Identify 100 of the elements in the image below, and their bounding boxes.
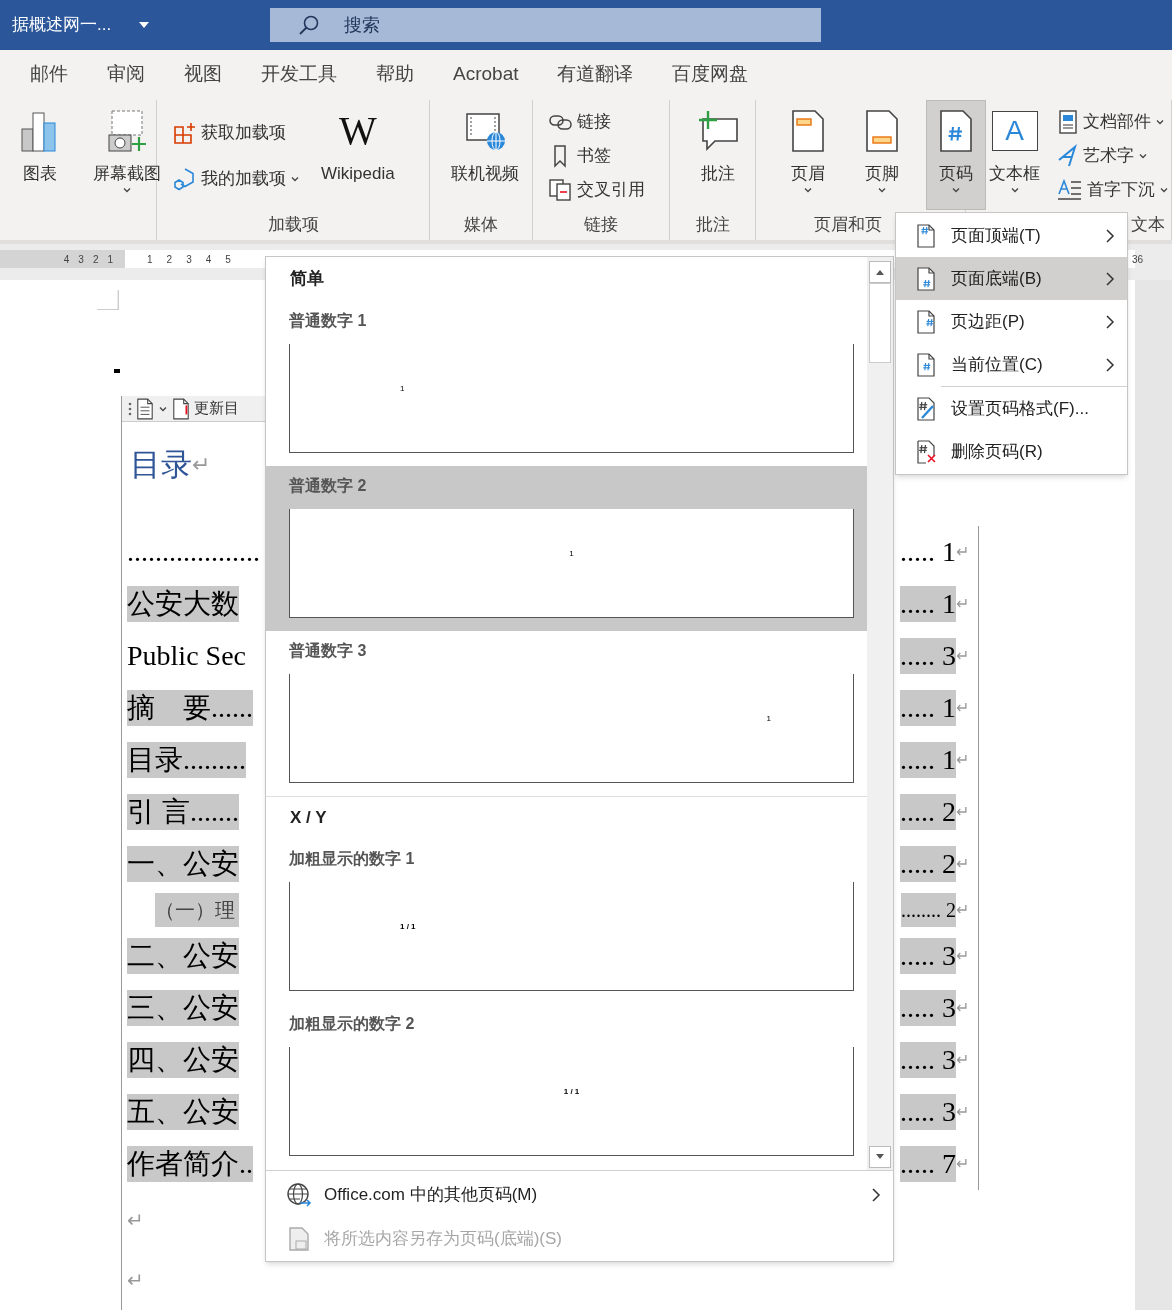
link-icon: [549, 112, 573, 132]
toc-entry: （一）理: [155, 893, 239, 927]
page-number-text: ..... 2: [900, 794, 956, 830]
menu-item-label: 将所选内容另存为页码(底端)(S): [324, 1228, 562, 1251]
ribbon-tab[interactable]: 视图: [184, 59, 222, 89]
ribbon-button[interactable]: 页眉: [778, 100, 838, 210]
cross-reference-icon: [549, 178, 573, 202]
ribbon-button[interactable]: 链接: [547, 106, 647, 138]
ribbon-tab[interactable]: 百度网盘: [672, 59, 749, 89]
screenshot-icon: [106, 109, 148, 153]
menu-item-label: 页面顶端(T): [951, 224, 1041, 247]
page-number-text: ..... 2: [900, 846, 956, 882]
update-toc-button[interactable]: 更新目: [194, 397, 239, 420]
menu-item-label: 设置页码格式(F)...: [951, 397, 1089, 420]
toc-entry: ...................: [127, 535, 260, 569]
gallery-item-label: 普通数字 1: [289, 311, 367, 331]
menu-item[interactable]: 页边距(P): [896, 300, 1127, 343]
update-icon: [172, 397, 190, 420]
gallery-item[interactable]: 普通数字 2 1: [266, 466, 867, 631]
paragraph-mark: ↵: [956, 698, 970, 718]
document-icon: [136, 397, 154, 420]
paragraph-mark: ↵: [956, 1050, 970, 1070]
menu-item-label: 页边距(P): [951, 310, 1025, 333]
paragraph-mark: ↵: [956, 594, 970, 614]
ribbon-tab[interactable]: 邮件: [30, 59, 68, 89]
group-label: 批注: [695, 214, 730, 236]
word-art-icon: [1057, 144, 1079, 168]
delete-page-number-icon: [916, 439, 936, 464]
ruler-number: 3: [78, 252, 84, 267]
search-field[interactable]: 搜索: [270, 8, 821, 42]
ruler-number: 4: [205, 252, 212, 267]
toc-entry: 引 言.......: [127, 794, 239, 830]
ribbon-tab[interactable]: 帮助: [376, 59, 414, 89]
grip-icon[interactable]: [128, 400, 132, 417]
ribbon-tab[interactable]: Acrobat: [453, 59, 519, 89]
ribbon-tab[interactable]: 有道翻译: [557, 59, 634, 89]
ribbon-button[interactable]: 我的加载项: [171, 163, 302, 195]
menu-item[interactable]: 当前位置(C): [896, 343, 1127, 386]
paragraph-mark: ↵: [956, 946, 970, 966]
comment-icon: [697, 109, 739, 153]
ruler-number: 2: [166, 252, 173, 267]
page-number-text: ..... 3: [900, 1042, 956, 1078]
ribbon-tab[interactable]: 开发工具: [261, 59, 337, 89]
ribbon-tab[interactable]: 审阅: [107, 59, 145, 89]
ribbon-button[interactable]: 页脚: [852, 100, 912, 210]
menu-item[interactable]: 页面底端(B): [896, 257, 1127, 300]
page-number-icon: [916, 223, 936, 248]
ribbon-button[interactable]: 图表: [10, 100, 70, 210]
globe-icon: [286, 1182, 312, 1208]
toc-entry: 三、公安: [127, 990, 239, 1026]
toc-entry: 一、公安: [127, 846, 239, 882]
paragraph-mark: ↵: [956, 1154, 970, 1174]
scrollbar[interactable]: [867, 257, 893, 1170]
wikipedia-logo: W: [338, 109, 377, 153]
gallery-item-label: 普通数字 2: [289, 476, 367, 496]
ribbon-button[interactable]: 文档部件: [1055, 106, 1171, 138]
gallery-item-label: 普通数字 3: [289, 641, 367, 661]
toc-heading: 目录: [130, 444, 192, 484]
scroll-down-icon[interactable]: [875, 1153, 885, 1161]
ribbon-button[interactable]: 艺术字: [1055, 140, 1171, 172]
add-ins-icon: [173, 167, 197, 191]
menu-item[interactable]: Office.com 中的其他页码(M): [266, 1173, 893, 1217]
toc-entry: 目录.........: [127, 742, 246, 778]
paragraph-mark: ↵: [956, 1102, 970, 1122]
menu-item[interactable]: 设置页码格式(F)...: [896, 387, 1127, 430]
ribbon-button[interactable]: 获取加载项: [171, 117, 302, 149]
menu-item[interactable]: 删除页码(R): [896, 430, 1127, 473]
caret-icon[interactable]: [138, 21, 150, 29]
preview-number: 1: [569, 549, 574, 559]
scrollbar-thumb[interactable]: [869, 283, 891, 363]
ribbon-button[interactable]: 联机视频: [442, 100, 528, 210]
toc-entry: 作者简介..: [127, 1146, 253, 1182]
ribbon-button[interactable]: 页码: [926, 100, 986, 210]
group-label: 文本: [1131, 214, 1165, 236]
page-number-text: ..... 1: [900, 742, 956, 778]
page-number-text: ..... 3: [900, 1094, 956, 1130]
search-icon: [298, 14, 320, 36]
ribbon-button[interactable]: W Wikipedia: [312, 100, 404, 210]
toc-entry: 摘 要......: [127, 690, 253, 726]
quick-parts-icon: [1057, 110, 1079, 134]
paragraph-mark: ↵: [956, 802, 970, 822]
ribbon-button[interactable]: 书签: [547, 140, 647, 172]
ribbon-button[interactable]: 交叉引用: [547, 174, 647, 206]
section-heading: 简单: [290, 268, 324, 291]
preview-number: 1 / 1: [400, 922, 416, 932]
gallery-item-label: 加粗显示的数字 1: [289, 849, 415, 869]
menu-item[interactable]: 页面顶端(T): [896, 214, 1127, 257]
preview-number: 1: [400, 384, 405, 394]
ribbon-button[interactable]: 屏幕截图: [84, 100, 170, 210]
gallery-item-label: 加粗显示的数字 2: [289, 1014, 415, 1034]
page-number-text: ........ 2: [901, 893, 956, 927]
ruler-number: 2: [92, 252, 99, 267]
store-icon: [173, 121, 197, 145]
paragraph-mark: ↵: [956, 750, 970, 770]
ribbon-button[interactable]: 首字下沉: [1055, 174, 1171, 206]
ribbon-button[interactable]: 批注: [688, 100, 748, 210]
group-label: 链接: [584, 214, 618, 236]
format-icon: [916, 396, 936, 421]
page-number-text: ..... 1: [900, 535, 956, 569]
menu-item-label: 页面底端(B): [951, 267, 1042, 290]
